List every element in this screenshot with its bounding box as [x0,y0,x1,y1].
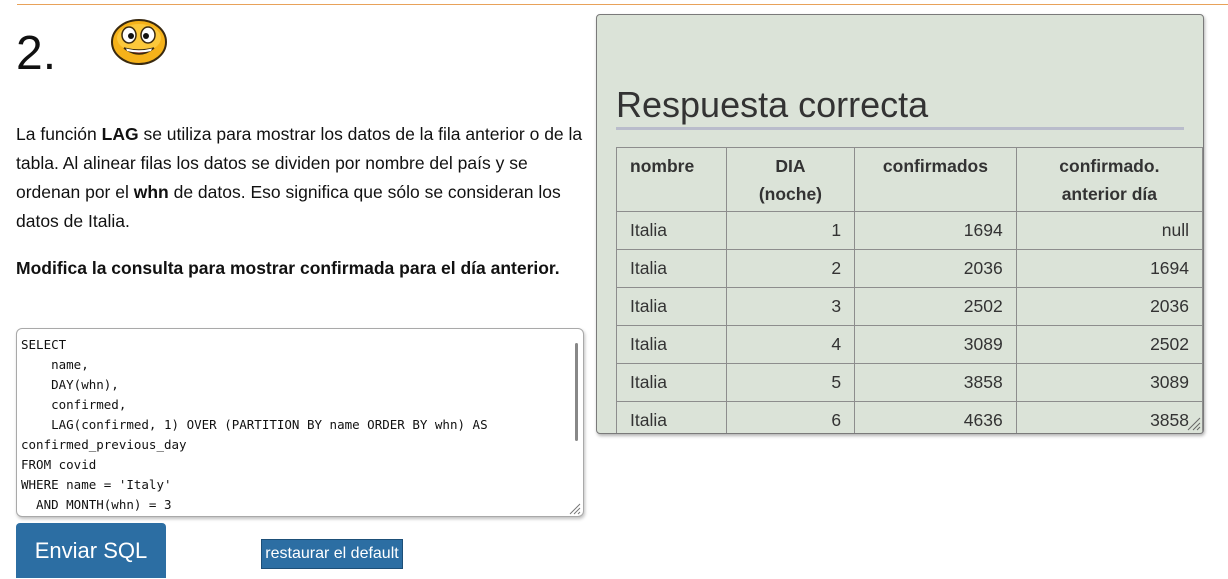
cell-dia: 1 [725,211,856,250]
cell-nombre: Italia [616,401,727,433]
question-description: La función LAG se utiliza para mostrar l… [16,120,591,236]
header-dia-line2: (noche) [758,184,823,204]
task-instruction: Modifica la consulta para mostrar confir… [16,258,560,278]
header-confirmados: confirmados [854,147,1017,212]
header-anterior: confirmado. anterior día [1015,147,1203,212]
cell-confirmados: 2036 [854,249,1017,288]
cell-anterior: null [1015,211,1203,250]
cell-dia: 3 [725,287,856,326]
cell-nombre: Italia [616,249,727,288]
cell-anterior: 1694 [1015,249,1203,288]
table-row: Italia 5 3858 3089 [616,363,1203,402]
cell-confirmados: 3858 [854,363,1017,402]
answer-title: Respuesta correcta [616,83,1184,130]
sql-editor-text[interactable]: SELECT name, DAY(whn), confirmed, LAG(co… [17,329,583,516]
cell-anterior: 3089 [1015,363,1203,402]
cell-confirmados: 2502 [854,287,1017,326]
intro-keyword-lag: LAG [101,124,139,144]
header-nombre: nombre [616,147,727,212]
panel-resize-grip-icon[interactable] [1185,415,1201,431]
top-divider [17,4,1228,5]
cell-anterior: 3858 [1015,401,1203,433]
intro-keyword-whn: whn [133,182,169,202]
cell-nombre: Italia [616,211,727,250]
cell-confirmados: 4636 [854,401,1017,433]
table-row: Italia 4 3089 2502 [616,325,1203,364]
cell-dia: 6 [725,401,856,433]
intro-text-1: La función [16,124,102,144]
table-row: Italia 2 2036 1694 [616,249,1203,288]
table-row: Italia 6 4636 3858 [616,401,1203,433]
header-dia-line1: DIA [775,156,806,176]
cell-confirmados: 3089 [854,325,1017,364]
submit-sql-button[interactable]: Enviar SQL [16,523,166,578]
table-row: Italia 1 1694 null [616,211,1203,250]
cell-anterior: 2036 [1015,287,1203,326]
header-dia: DIA (noche) [725,147,856,212]
table-row: Italia 3 2502 2036 [616,287,1203,326]
correct-answer-panel: Respuesta correcta nombre DIA (noche) con… [596,14,1204,434]
cell-dia: 5 [725,363,856,402]
resize-grip-icon[interactable] [567,500,581,515]
cell-nombre: Italia [616,325,727,364]
cell-dia: 4 [725,325,856,364]
editor-scrollbar[interactable] [575,343,578,441]
cell-nombre: Italia [616,363,727,402]
cell-dia: 2 [725,249,856,288]
answer-table: nombre DIA (noche) confirmados confirmado… [616,147,1203,433]
restore-default-button[interactable]: restaurar el default [261,539,403,569]
cell-nombre: Italia [616,287,727,326]
cell-confirmados: 1694 [854,211,1017,250]
header-anterior-line1: confirmado. [1059,156,1160,176]
question-number: 2. [16,27,57,80]
smiley-face-icon [110,18,168,66]
sql-editor[interactable]: SELECT name, DAY(whn), confirmed, LAG(co… [16,328,584,517]
table-header-row: nombre DIA (noche) confirmados confirmado… [616,147,1203,212]
cell-anterior: 2502 [1015,325,1203,364]
header-anterior-line2: anterior día [1061,184,1158,204]
